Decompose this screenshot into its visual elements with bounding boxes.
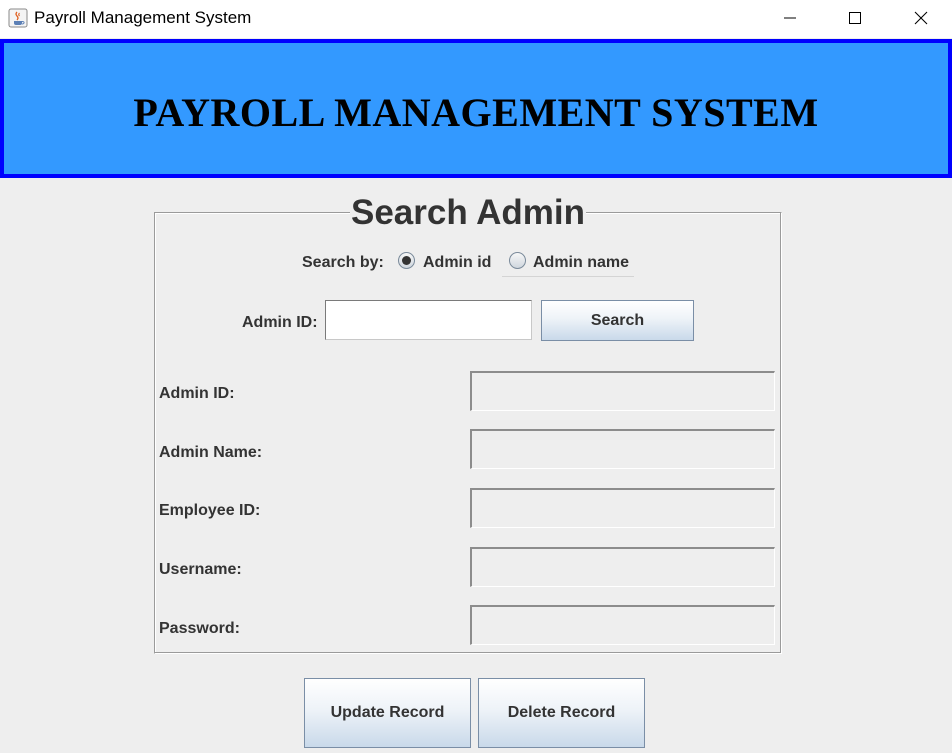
minimize-icon [784, 17, 796, 19]
radio-admin-name[interactable] [509, 252, 526, 269]
radio-focus-underline [502, 276, 634, 277]
radio-selected-dot [402, 256, 411, 265]
search-button[interactable]: Search [541, 300, 694, 341]
panel-title: Search Admin [350, 193, 586, 233]
search-by-label: Search by: [302, 254, 384, 271]
maximize-button[interactable] [832, 0, 878, 36]
window-title: Payroll Management System [34, 8, 252, 27]
delete-record-button[interactable]: Delete Record [478, 678, 645, 748]
close-icon [914, 11, 928, 25]
minimize-button[interactable] [767, 0, 813, 36]
password-field[interactable] [470, 605, 775, 645]
maximize-icon [849, 12, 861, 24]
admin-id-field[interactable] [470, 371, 775, 411]
username-field[interactable] [470, 547, 775, 587]
admin-name-field[interactable] [470, 429, 775, 469]
field-label-admin-name: Admin Name: [159, 444, 263, 461]
admin-id-search-input[interactable] [325, 300, 532, 340]
field-label-username: Username: [159, 561, 242, 578]
update-record-button[interactable]: Update Record [304, 678, 471, 748]
radio-admin-id[interactable] [398, 252, 415, 269]
field-label-employee-id: Employee ID: [159, 502, 261, 519]
radio-admin-name-label[interactable]: Admin name [533, 254, 629, 272]
header-banner: PAYROLL MANAGEMENT SYSTEM [0, 39, 952, 178]
banner-title: PAYROLL MANAGEMENT SYSTEM [133, 90, 819, 135]
field-label-password: Password: [159, 620, 240, 637]
java-app-icon [8, 8, 28, 28]
field-label-admin-id: Admin ID: [159, 385, 235, 402]
search-field-label: Admin ID: [242, 314, 318, 331]
radio-admin-id-label[interactable]: Admin id [423, 254, 491, 272]
close-button[interactable] [898, 0, 944, 36]
window-titlebar: Payroll Management System [0, 0, 952, 38]
employee-id-field[interactable] [470, 488, 775, 528]
